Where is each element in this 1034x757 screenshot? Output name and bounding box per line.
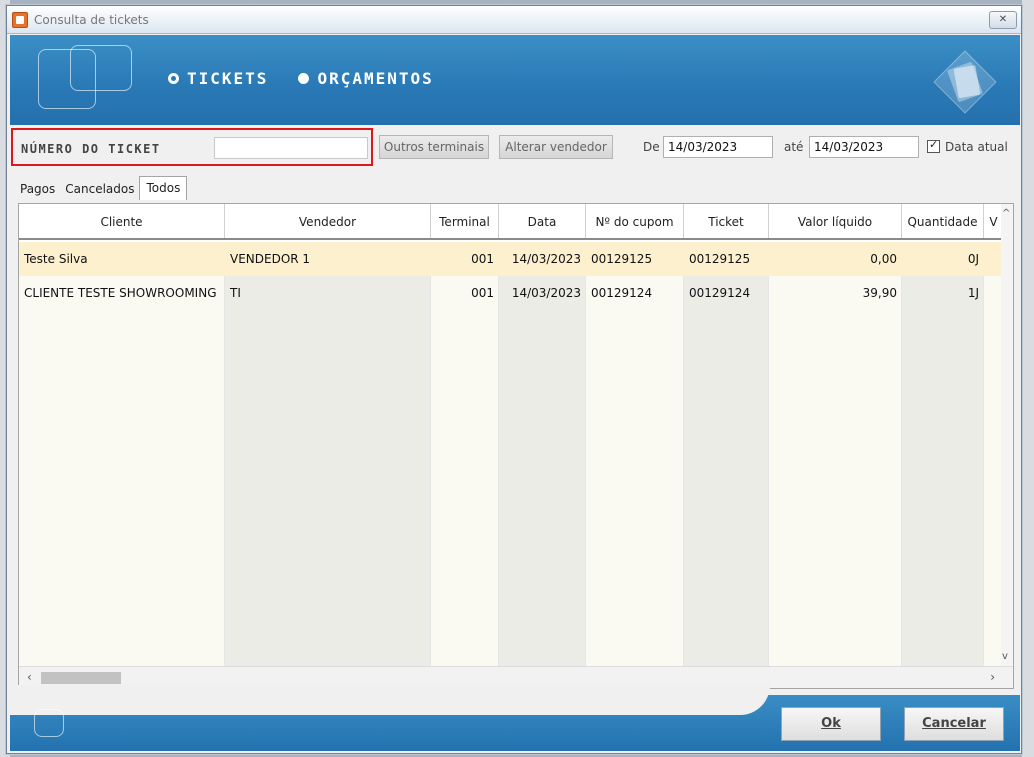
from-date-input[interactable]: 14/03/2023 [663, 136, 773, 158]
column-header-data[interactable]: Data [499, 204, 586, 238]
footer-bar: Ok Cancelar [10, 685, 1020, 751]
vertical-scrollbar[interactable]: ^ v [1001, 204, 1013, 666]
window-title: Consulta de tickets [34, 13, 149, 27]
cell-quantidade: 0J [967, 252, 979, 266]
tab-cancelados[interactable]: Cancelados [60, 179, 139, 199]
other-terminals-button[interactable]: Outros terminais [379, 135, 489, 159]
column-header-vendedor[interactable]: Vendedor [225, 204, 431, 238]
status-tabs: Pagos Cancelados Todos [15, 175, 188, 200]
radio-orcamentos-label[interactable]: Orçamentos [317, 69, 433, 88]
background-app-right [1022, 0, 1034, 757]
search-type-options: Tickets Orçamentos [168, 69, 464, 88]
close-button[interactable]: ✕ [989, 11, 1017, 29]
scroll-down-icon[interactable]: v [1002, 651, 1008, 662]
grid-header: Cliente Vendedor Terminal Data Nº do cup… [19, 204, 1003, 240]
ok-button[interactable]: Ok [781, 707, 881, 741]
table-row[interactable]: CLIENTE TESTE SHOWROOMING TI 001 14/03/2… [19, 276, 1003, 310]
column-header-quantidade[interactable]: Quantidade [902, 204, 984, 238]
cell-cupom: 00129124 [591, 286, 653, 300]
radio-tickets-label[interactable]: Tickets [187, 69, 268, 88]
cell-cliente: CLIENTE TESTE SHOWROOMING [24, 286, 217, 300]
app-icon [12, 12, 28, 28]
cell-vendedor: VENDEDOR 1 [230, 252, 311, 266]
tickets-grid: Cliente Vendedor Terminal Data Nº do cup… [18, 203, 1014, 689]
ticket-stack-icon [933, 50, 997, 114]
cell-terminal: 001 [471, 252, 494, 266]
cell-terminal: 001 [471, 286, 494, 300]
ticket-number-label: Número do ticket [21, 142, 161, 156]
change-seller-button[interactable]: Alterar vendedor [499, 135, 613, 159]
footer-logo [34, 709, 64, 737]
ticket-number-box: Número do ticket [11, 128, 373, 166]
cell-data: 14/03/2023 [511, 252, 581, 266]
title-bar: Consulta de tickets ✕ [7, 6, 1021, 34]
header-banner: Tickets Orçamentos [10, 35, 1020, 125]
tab-pagos[interactable]: Pagos [15, 179, 60, 199]
logo-square-inner [70, 45, 132, 91]
cell-cupom: 00129125 [591, 252, 653, 266]
cell-valor: 39,90 [862, 286, 897, 300]
radio-tickets[interactable] [168, 73, 179, 84]
current-date-checkbox[interactable] [927, 138, 940, 153]
close-icon: ✕ [998, 14, 1008, 25]
ticket-number-input[interactable] [214, 137, 368, 159]
ok-button-label: Ok [821, 716, 841, 731]
radio-orcamentos[interactable] [298, 73, 310, 84]
cell-vendedor: TI [230, 286, 241, 300]
scroll-left-icon[interactable]: ‹ [27, 670, 32, 684]
from-date-label: De [643, 140, 660, 154]
cancel-button-label: Cancelar [922, 716, 986, 731]
horizontal-scroll-thumb[interactable] [41, 672, 121, 684]
scroll-right-icon[interactable]: › [990, 670, 995, 684]
to-date-input[interactable]: 14/03/2023 [809, 136, 919, 158]
dialog-window: Consulta de tickets ✕ Tickets Orçamentos… [6, 5, 1022, 754]
cell-valor: 0,00 [870, 252, 897, 266]
cell-ticket: 00129124 [689, 286, 751, 300]
cell-cliente: Teste Silva [24, 252, 88, 266]
cell-quantidade: 1J [967, 286, 979, 300]
grid-rows: Teste Silva VENDEDOR 1 001 14/03/2023 00… [19, 242, 1003, 310]
scroll-up-icon[interactable]: ^ [1002, 208, 1010, 219]
cell-ticket: 00129125 [689, 252, 751, 266]
cell-data: 14/03/2023 [511, 286, 581, 300]
column-header-cliente[interactable]: Cliente [19, 204, 225, 238]
cancel-button[interactable]: Cancelar [904, 707, 1004, 741]
filter-row: Número do ticket Outros terminais Altera… [10, 125, 1020, 169]
column-header-valor[interactable]: Valor líquido [769, 204, 902, 238]
table-row[interactable]: Teste Silva VENDEDOR 1 001 14/03/2023 00… [19, 242, 1003, 276]
footer-curve [10, 685, 770, 715]
to-date-label: até [784, 140, 804, 154]
column-header-cupom[interactable]: Nº do cupom [586, 204, 684, 238]
column-header-terminal[interactable]: Terminal [431, 204, 499, 238]
current-date-label: Data atual [945, 140, 1008, 154]
tab-todos[interactable]: Todos [139, 176, 188, 200]
column-header-ticket[interactable]: Ticket [684, 204, 769, 238]
